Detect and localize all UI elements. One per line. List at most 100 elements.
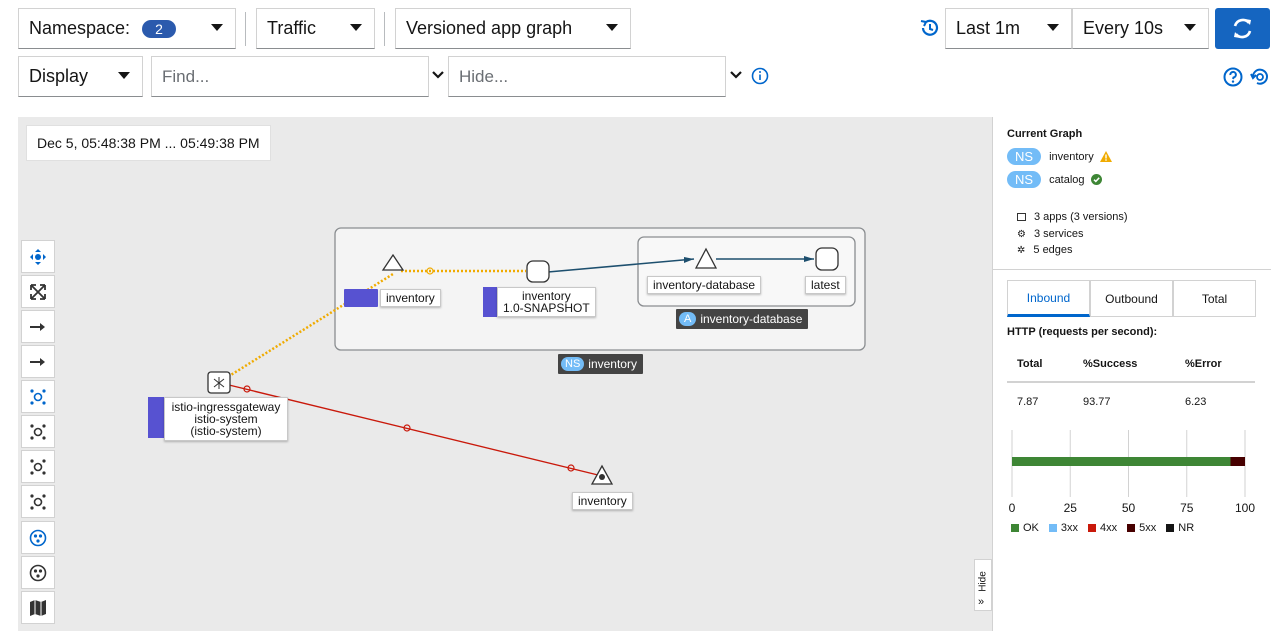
traffic-dropdown[interactable]: Traffic bbox=[256, 8, 375, 49]
ingress-label[interactable]: istio-ingressgateway istio-system (istio… bbox=[164, 397, 288, 441]
layout-5-button[interactable] bbox=[21, 485, 55, 518]
divider bbox=[245, 12, 246, 46]
inventory-snapshot-node bbox=[526, 260, 550, 283]
chart-legend: OK 3xx 4xx 5xx NR bbox=[1011, 522, 1194, 534]
refresh-interval-label: Every 10s bbox=[1083, 18, 1164, 38]
ns-badge: NS bbox=[1007, 171, 1042, 188]
find-placeholder: Find... bbox=[162, 66, 210, 86]
legend-label: 5xx bbox=[1139, 522, 1157, 534]
display-dropdown[interactable]: Display bbox=[18, 56, 143, 97]
namespace-layout-icon bbox=[29, 529, 47, 546]
bar-segment-5xx[interactable] bbox=[1230, 457, 1245, 466]
table-header-error: %Error bbox=[1185, 358, 1222, 370]
double-chevron-right-icon: » bbox=[978, 596, 985, 608]
app-box-label[interactable]: A inventory-database bbox=[676, 309, 809, 329]
sync-icon bbox=[1233, 18, 1252, 39]
latest-node bbox=[815, 247, 839, 271]
x-tick-label: 0 bbox=[1009, 501, 1016, 515]
map-icon bbox=[30, 599, 46, 616]
value-error: 6.23 bbox=[1185, 396, 1207, 408]
history-icon[interactable] bbox=[918, 17, 940, 39]
stats-services: ⚙ 3 services bbox=[1017, 228, 1084, 240]
replay-icon[interactable] bbox=[1249, 66, 1271, 88]
namespace-dropdown[interactable]: Namespace: 2 bbox=[18, 8, 236, 49]
layout-3-button[interactable] bbox=[21, 415, 55, 448]
hide-input[interactable]: Hide... bbox=[448, 56, 726, 97]
arrow-right-icon bbox=[30, 357, 45, 366]
legend-item-3xx: 3xx bbox=[1048, 522, 1079, 534]
chevron-down-icon bbox=[606, 24, 618, 31]
chevron-down-icon bbox=[350, 24, 362, 31]
graph-type-label: Versioned app graph bbox=[406, 18, 573, 38]
topology-icon bbox=[30, 423, 46, 440]
inventory-database-label[interactable]: inventory-database bbox=[647, 276, 762, 294]
layout-default-button[interactable] bbox=[21, 310, 55, 343]
ns-badge: NS bbox=[561, 357, 585, 371]
graph-type-dropdown[interactable]: Versioned app graph bbox=[395, 8, 631, 49]
x-tick-label: 50 bbox=[1122, 501, 1136, 515]
layout-1-button[interactable] bbox=[21, 345, 55, 378]
hide-panel-toggle[interactable]: Hide » bbox=[974, 559, 992, 611]
legend-swatch bbox=[1088, 524, 1097, 533]
namespace-label: Namespace: bbox=[29, 18, 131, 38]
rps-bar-chart: 0 25 50 75 100 bbox=[1009, 430, 1255, 515]
namespace-count-badge: 2 bbox=[142, 19, 176, 38]
namespace-layout-2-button[interactable] bbox=[21, 556, 55, 589]
graph-canvas[interactable]: Dec 5, 05:48:38 PM ... 05:49:38 PM inven… bbox=[18, 117, 992, 631]
find-options-chevron-icon[interactable] bbox=[430, 67, 446, 83]
panel-divider bbox=[993, 269, 1271, 270]
help-icon[interactable] bbox=[1223, 67, 1243, 87]
find-input[interactable]: Find... bbox=[151, 56, 429, 97]
chevron-down-icon bbox=[1184, 24, 1196, 31]
tab-inbound[interactable]: Inbound bbox=[1007, 280, 1090, 317]
layout-4-button[interactable] bbox=[21, 450, 55, 483]
snapshot-version-badge bbox=[483, 287, 497, 317]
chevron-down-icon bbox=[1047, 24, 1059, 31]
stats-apps: 3 apps (3 versions) bbox=[1017, 211, 1128, 223]
namespace-box-label[interactable]: NS inventory bbox=[558, 354, 643, 374]
refresh-interval-dropdown[interactable]: Every 10s bbox=[1072, 8, 1209, 49]
apps-icon bbox=[1017, 213, 1026, 221]
panel-title: Current Graph bbox=[1007, 128, 1083, 140]
inventory-app-label[interactable]: inventory bbox=[380, 289, 441, 307]
hide-placeholder: Hide... bbox=[459, 66, 509, 86]
topology-icon bbox=[30, 493, 46, 510]
bar-segment-ok[interactable] bbox=[1012, 457, 1231, 466]
inventory-service-label[interactable]: inventory bbox=[572, 492, 633, 510]
duration-dropdown[interactable]: Last 1m bbox=[945, 8, 1072, 49]
legend-item-4xx: 4xx bbox=[1088, 522, 1117, 534]
inventory-snapshot-label[interactable]: inventory 1.0-SNAPSHOT bbox=[497, 287, 596, 317]
display-label: Display bbox=[29, 66, 89, 86]
namespace-row-inventory[interactable]: NS inventory bbox=[1007, 148, 1112, 165]
graph-edges bbox=[207, 227, 866, 485]
hide-options-chevron-icon[interactable] bbox=[728, 67, 744, 83]
table-header-rule bbox=[1007, 381, 1255, 383]
expand-button[interactable] bbox=[21, 275, 55, 308]
legend-label: 3xx bbox=[1060, 522, 1079, 534]
http-heading: HTTP (requests per second): bbox=[1007, 326, 1158, 338]
tab-total[interactable]: Total bbox=[1173, 280, 1256, 317]
value-success: 93.77 bbox=[1083, 396, 1111, 408]
tab-outbound[interactable]: Outbound bbox=[1090, 280, 1173, 317]
legend-label: 4xx bbox=[1100, 522, 1118, 534]
zoom-to-fit-button[interactable] bbox=[21, 240, 55, 273]
move-icon bbox=[30, 248, 46, 265]
namespace-row-catalog[interactable]: NS catalog bbox=[1007, 171, 1102, 188]
legend-button[interactable] bbox=[21, 591, 55, 624]
expand-icon bbox=[30, 283, 46, 300]
info-icon[interactable] bbox=[751, 67, 769, 85]
namespace-layout-icon bbox=[29, 564, 47, 581]
check-circle-icon bbox=[1090, 174, 1102, 185]
arrow-right-icon bbox=[30, 322, 45, 331]
legend-swatch bbox=[1127, 524, 1136, 533]
x-tick-label: 75 bbox=[1180, 501, 1194, 515]
chevron-down-icon bbox=[118, 72, 130, 79]
legend-label: OK bbox=[1023, 522, 1039, 534]
table-header-total: Total bbox=[1017, 358, 1043, 370]
latest-label[interactable]: latest bbox=[805, 276, 846, 294]
chevron-down-icon bbox=[211, 24, 223, 31]
namespace-layout-1-button[interactable] bbox=[21, 521, 55, 554]
topology-icon bbox=[30, 388, 46, 405]
layout-2-button[interactable] bbox=[21, 380, 55, 413]
refresh-button[interactable] bbox=[1215, 8, 1270, 49]
